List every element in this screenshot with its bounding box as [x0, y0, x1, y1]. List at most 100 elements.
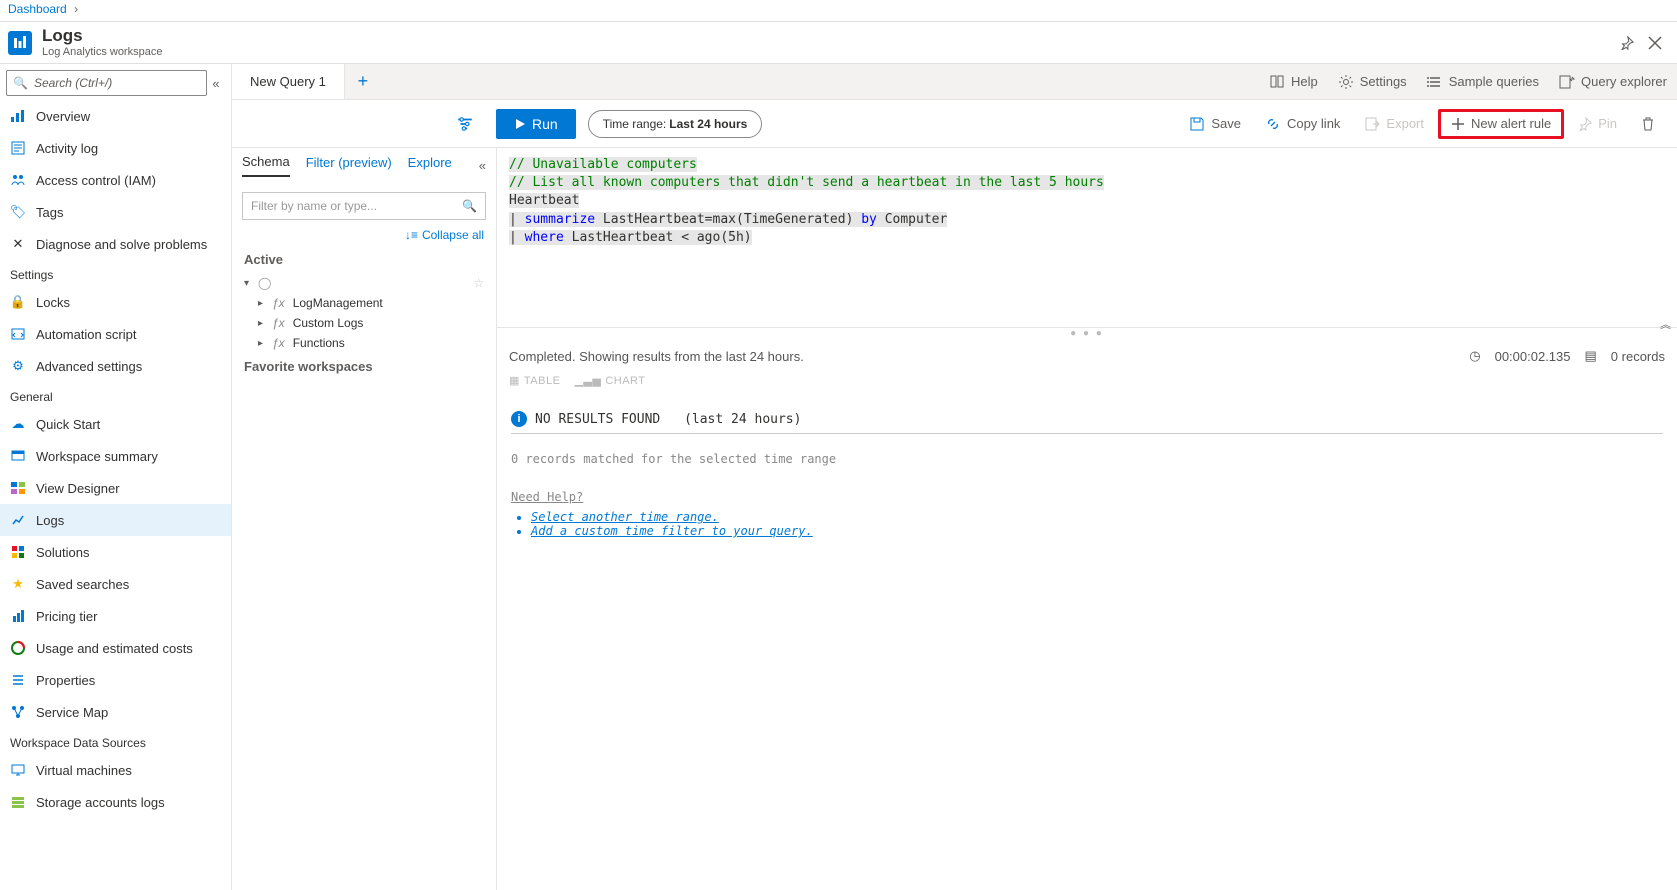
- no-results-banner: i NO RESULTS FOUND (last 24 hours): [511, 405, 1663, 434]
- collapse-schema-icon[interactable]: «: [479, 158, 486, 173]
- editor-results-column: // Unavailable computers // List all kno…: [497, 148, 1677, 890]
- sidebar-item-automation-script[interactable]: Automation script: [0, 318, 231, 350]
- resize-handle[interactable]: ● ● ●: [497, 328, 1677, 338]
- sidebar-item-properties[interactable]: Properties: [0, 664, 231, 696]
- schema-node-functions[interactable]: ▸ƒxFunctions: [232, 333, 496, 353]
- query-editor[interactable]: // Unavailable computers // List all kno…: [497, 148, 1677, 328]
- iam-icon: [10, 172, 26, 188]
- help-button[interactable]: Help: [1259, 64, 1328, 99]
- sidebar-item-access-control-iam-[interactable]: Access control (IAM): [0, 164, 231, 196]
- sidebar-item-advanced-settings[interactable]: ⚙Advanced settings: [0, 350, 231, 382]
- query-explorer-button[interactable]: Query explorer: [1549, 64, 1677, 99]
- schema-node-logmanagement[interactable]: ▸ƒxLogManagement: [232, 293, 496, 313]
- workspace-node[interactable]: ▾ ◯ ☆: [232, 273, 496, 293]
- sidebar-item-label: Service Map: [36, 705, 108, 720]
- run-button[interactable]: Run: [496, 109, 576, 139]
- settings-button[interactable]: Settings: [1328, 64, 1417, 99]
- search-input[interactable]: 🔍 Search (Ctrl+/): [6, 70, 207, 96]
- sidebar-item-solutions[interactable]: Solutions: [0, 536, 231, 568]
- sidebar-item-service-map[interactable]: Service Map: [0, 696, 231, 728]
- schema-filter-input[interactable]: Filter by name or type... 🔍: [242, 192, 486, 220]
- help-link-time-range[interactable]: Select another time range.: [531, 510, 719, 524]
- delete-button[interactable]: [1631, 109, 1665, 139]
- expand-up-icon[interactable]: ︽: [1660, 316, 1671, 332]
- sidebar-item-label: Saved searches: [36, 577, 129, 592]
- new-tab-button[interactable]: +: [345, 64, 381, 99]
- sidebar-item-label: Storage accounts logs: [36, 795, 165, 810]
- logs-icon: [10, 512, 26, 528]
- script-icon: [10, 326, 26, 342]
- sidebar-item-logs[interactable]: Logs: [0, 504, 231, 536]
- schema-node-custom-logs[interactable]: ▸ƒxCustom Logs: [232, 313, 496, 333]
- function-icon: ƒx: [272, 316, 285, 330]
- sidebar-item-diagnose-and-solve-problems[interactable]: ✕Diagnose and solve problems: [0, 228, 231, 260]
- sidebar-item-label: Activity log: [36, 141, 98, 156]
- sidebar-item-pricing-tier[interactable]: Pricing tier: [0, 600, 231, 632]
- sidebar-item-label: Tags: [36, 205, 63, 220]
- logs-workspace-icon: [8, 31, 32, 55]
- help-link-custom-filter[interactable]: Add a custom time filter to your query.: [531, 524, 813, 538]
- query-toolbar: Run Time range:Last 24 hours Save Copy l…: [232, 100, 1677, 148]
- page-subtitle: Log Analytics workspace: [42, 46, 162, 58]
- tab-new-query-1[interactable]: New Query 1: [232, 64, 345, 99]
- schema-tab[interactable]: Schema: [242, 154, 290, 177]
- sidebar-item-quick-start[interactable]: ☁Quick Start: [0, 408, 231, 440]
- pin-icon: [1578, 117, 1592, 131]
- sidebar-item-storage-accounts-logs[interactable]: Storage accounts logs: [0, 786, 231, 818]
- table-view-button[interactable]: ▦ TABLE: [509, 374, 560, 387]
- copy-link-button[interactable]: Copy link: [1255, 109, 1350, 139]
- tags-icon: 🏷: [10, 204, 26, 220]
- sidebar-heading: General: [0, 382, 231, 408]
- sidebar-item-workspace-summary[interactable]: Workspace summary: [0, 440, 231, 472]
- list-icon: [1427, 74, 1443, 90]
- viewdesigner-icon: [10, 480, 26, 496]
- grid-icon: ▦: [509, 374, 520, 387]
- sidebar-item-label: Quick Start: [36, 417, 100, 432]
- filter-settings-icon[interactable]: [456, 115, 474, 133]
- sidebar-item-usage-and-estimated-costs[interactable]: Usage and estimated costs: [0, 632, 231, 664]
- favorite-workspaces-heading: Favorite workspaces: [232, 353, 496, 380]
- schema-node-label: Custom Logs: [293, 316, 364, 330]
- sidebar-item-label: Locks: [36, 295, 70, 310]
- sidebar-heading: Settings: [0, 260, 231, 286]
- filter-tab[interactable]: Filter (preview): [306, 155, 392, 176]
- trash-icon: [1641, 117, 1655, 131]
- sidebar-item-virtual-machines[interactable]: Virtual machines: [0, 754, 231, 786]
- collapse-all-button[interactable]: ↓≡ Collapse all: [232, 224, 496, 246]
- zero-matched-text: 0 records matched for the selected time …: [511, 452, 1663, 466]
- sidebar-item-view-designer[interactable]: View Designer: [0, 472, 231, 504]
- sidebar-item-locks[interactable]: 🔒Locks: [0, 286, 231, 318]
- explore-tab[interactable]: Explore: [408, 155, 452, 176]
- page-header: Logs Log Analytics workspace: [0, 22, 1677, 64]
- sample-queries-button[interactable]: Sample queries: [1417, 64, 1549, 99]
- need-help-heading: Need Help?: [511, 490, 1663, 504]
- info-icon: i: [511, 411, 527, 427]
- time-range-selector[interactable]: Time range:Last 24 hours: [588, 110, 763, 138]
- pin-button[interactable]: Pin: [1568, 109, 1627, 139]
- breadcrumb-dashboard[interactable]: Dashboard: [8, 2, 67, 16]
- favorite-icon[interactable]: ☆: [473, 276, 484, 290]
- sidebar-item-label: Advanced settings: [36, 359, 142, 374]
- sidebar-item-activity-log[interactable]: Activity log: [0, 132, 231, 164]
- schema-node-label: Functions: [293, 336, 345, 350]
- chevron-right-icon: ▸: [258, 298, 268, 309]
- save-button[interactable]: Save: [1179, 109, 1251, 139]
- main-content: New Query 1 + Help Settings Sample queri…: [232, 64, 1677, 890]
- chart-view-button[interactable]: ▁▃▅ CHART: [574, 374, 645, 387]
- export-button[interactable]: Export: [1354, 109, 1434, 139]
- collapse-sidebar-icon[interactable]: «: [207, 76, 225, 91]
- new-alert-rule-button[interactable]: New alert rule: [1438, 109, 1564, 139]
- pin-icon[interactable]: [1613, 29, 1641, 57]
- sidebar-item-label: Logs: [36, 513, 64, 528]
- gear-icon: [1338, 74, 1354, 90]
- search-placeholder: Search (Ctrl+/): [34, 76, 112, 90]
- sidebar-item-label: Virtual machines: [36, 763, 132, 778]
- close-icon[interactable]: [1641, 29, 1669, 57]
- function-icon: ƒx: [272, 336, 285, 350]
- sidebar-item-overview[interactable]: Overview: [0, 100, 231, 132]
- sidebar-item-tags[interactable]: 🏷 Tags: [0, 196, 231, 228]
- servicemap-icon: [10, 704, 26, 720]
- sidebar-item-saved-searches[interactable]: ★Saved searches: [0, 568, 231, 600]
- activity-icon: [10, 140, 26, 156]
- query-tabs: New Query 1 + Help Settings Sample queri…: [232, 64, 1677, 100]
